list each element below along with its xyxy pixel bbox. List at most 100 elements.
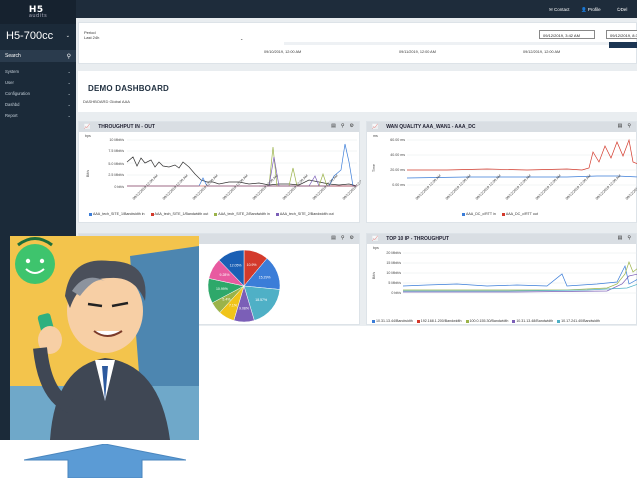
legend-item[interactable]: 10.17.241.40/Bandwidth xyxy=(557,319,600,323)
period-select[interactable]: Last 24h xyxy=(84,35,99,40)
pie-slice-label: 9.28% xyxy=(220,273,230,277)
x-tick: 09/12/2019 12:00 AM xyxy=(252,174,279,201)
pie-chart: 10.9% 15.29% 18.57% 9.08%7.1%5.4% 10.99% 9.28… xyxy=(207,249,281,323)
sidebar-item-label: System xyxy=(5,69,19,74)
widget-title: THROUGHPUT IN - OUT xyxy=(98,124,155,130)
export-icon[interactable]: ▤ xyxy=(618,123,623,129)
legend-item[interactable]: 100.0.155.30/Bandwidth xyxy=(465,319,509,323)
y-tick: 0.00 ms xyxy=(392,183,405,187)
pie-slice-label: 7.1% xyxy=(229,303,237,307)
legend-item[interactable]: 10.31.13.48/Bandwidth xyxy=(512,319,553,323)
sidebar-item-configuration[interactable]: Configuration ⌄ xyxy=(0,88,76,99)
widget-tools: ▤ ⚲ xyxy=(618,123,631,129)
x-tick: 09/12/2019 12:00 AM xyxy=(132,174,159,201)
export-icon[interactable]: ▤ xyxy=(331,235,336,241)
device-model[interactable]: H5-700cc ⌄ xyxy=(0,24,76,46)
unit-label: ms xyxy=(373,134,378,138)
line-chart-icon: 📈 xyxy=(372,124,379,130)
sidebar-item-label: User xyxy=(5,80,14,85)
arrow-up-icon xyxy=(24,444,186,478)
widget-title: TOP 10 IP - THROUGHPUT xyxy=(386,236,450,242)
zoom-icon[interactable]: ⚲ xyxy=(341,235,345,241)
chart-legend: AAA_DC_c/RTT in AAA_DC_c/RTT out xyxy=(462,212,538,216)
legend-item[interactable]: AAA_tech_SITE_1/Bandwidth out xyxy=(150,212,208,216)
legend-item[interactable]: AAA_tech_SITE_1/Bandwidth in xyxy=(89,212,145,216)
chart-legend: 10.31.13.44/Bandwidth 192.168.1.200/Band… xyxy=(372,319,600,323)
sidebar-item-dashboard[interactable]: Dashbd ⌄ xyxy=(0,99,76,110)
legend-label: AAA_tech_SITE_2/Bandwidth in xyxy=(218,212,270,216)
zoom-icon[interactable]: ⚲ xyxy=(627,123,631,129)
profile-label: Profile xyxy=(587,7,601,12)
mail-icon: ✉ xyxy=(549,7,553,12)
logout-link[interactable]: ⏻Del xyxy=(617,7,627,12)
legend-item[interactable]: 192.168.1.200/Bandwidth xyxy=(416,319,462,323)
y-axis-label: Bit/s xyxy=(86,170,90,177)
timeline-slider[interactable] xyxy=(284,42,637,48)
y-axis-label: Time xyxy=(372,164,376,172)
zoom-icon[interactable]: ⚲ xyxy=(341,123,345,129)
gear-icon[interactable]: ⚙ xyxy=(350,235,354,241)
legend-label: 100.0.155.30/Bandwidth xyxy=(469,319,509,323)
x-tick: 09/12/2019 12:00 AM xyxy=(625,174,637,201)
x-tick: 09/12/2019 12:00 AM xyxy=(445,174,472,201)
widget-header: 📈 TOP 10 IP - THROUGHPUT xyxy=(367,234,636,244)
y-tick: 15 Mbit/s xyxy=(386,261,401,265)
legend-label: 10.17.241.40/Bandwidth xyxy=(561,319,600,323)
legend-item[interactable]: AAA_DC_c/RTT out xyxy=(501,212,538,216)
legend-label: AAA_DC_c/RTT in xyxy=(466,212,496,216)
wan-quality-chart: ms Time 60.00 ms 40.00 ms 20.00 ms 0.00 … xyxy=(372,134,637,201)
widget-wan-quality: 📈 WAN QUALITY AAA_WAN1 - AAA_DC ▤ ⚲ ms T… xyxy=(366,121,637,223)
export-icon[interactable]: ▤ xyxy=(618,235,623,241)
chevron-down-icon: ⌄ xyxy=(67,69,71,74)
legend-label: AAA_tech_SITE_1/Bandwidth in xyxy=(93,212,145,216)
chart-legend: AAA_tech_SITE_1/Bandwidth in AAA_tech_SI… xyxy=(89,212,334,216)
legend-item[interactable]: 10.31.13.44/Bandwidth xyxy=(372,319,413,323)
legend-label: 10.31.13.48/Bandwidth xyxy=(516,319,554,323)
throughput-chart: bps Bit/s 10 Mbit/s 7.5 Mbit/s 5.0 Mbit/… xyxy=(85,134,361,201)
top-bar: ✉ Contact 👤 Profile ⏻Del xyxy=(76,0,637,18)
sidebar-item-label: Configuration xyxy=(5,91,30,96)
sidebar-item-report[interactable]: Report ⌄ xyxy=(0,110,76,121)
timeline-track xyxy=(284,42,609,45)
contact-link[interactable]: ✉ Contact xyxy=(549,7,570,13)
chevron-down-icon: ⌄ xyxy=(67,91,71,96)
timeline-label: 09/10/2019, 12:00 AM xyxy=(264,50,302,54)
logo[interactable]: H5 audits xyxy=(0,0,76,24)
legend-item[interactable]: AAA_tech_SITE_2/Bandwidth out xyxy=(275,212,334,216)
date-to-input[interactable]: 09/12/2019, 8:34 xyxy=(606,30,637,39)
pie-slice-label: 12.05% xyxy=(230,263,242,267)
legend-item[interactable]: AAA_DC_c/RTT in xyxy=(462,212,496,216)
y-tick: 5.0 Mbit/s xyxy=(108,162,124,166)
widget-header: 📈 THROUGHPUT IN - OUT xyxy=(79,122,359,132)
export-icon[interactable]: ▤ xyxy=(331,123,336,129)
y-axis-label: Bit/s xyxy=(372,272,376,279)
pie-slice-label: 9.08% xyxy=(239,306,249,310)
dashboard-header: DEMO DASHBOARD DASHBOARD Global AAA xyxy=(78,71,637,112)
page-subtitle: DASHBOARD Global AAA xyxy=(83,99,130,104)
chevron-down-icon[interactable]: ⌄ xyxy=(240,36,243,41)
logo-sub: audits xyxy=(28,13,48,19)
sidebar-item-system[interactable]: System ⌄ xyxy=(0,66,76,77)
profile-link[interactable]: 👤 Profile xyxy=(581,7,601,13)
pie-slice-label: 5.4% xyxy=(222,298,230,302)
timeline-range-handle[interactable] xyxy=(609,42,637,48)
sidebar-search[interactable]: Search ⚲ xyxy=(0,50,76,62)
x-tick: 09/12/2019 12:00 AM xyxy=(565,174,592,201)
pie-slice-label: 10.9% xyxy=(247,263,257,267)
gear-icon[interactable]: ⚙ xyxy=(350,123,354,129)
unit-label: bps xyxy=(85,134,91,138)
pie-slice-label: 15.29% xyxy=(259,276,271,280)
zoom-icon[interactable]: ⚲ xyxy=(627,235,631,241)
device-model-label: H5-700cc xyxy=(6,30,54,42)
line-chart-icon: 📈 xyxy=(84,124,91,130)
user-icon: 👤 xyxy=(581,7,587,12)
logout-label: Del xyxy=(620,7,628,12)
widget-tools: ▤ ⚲ ⚙ xyxy=(331,235,354,241)
y-tick: 60.00 ms xyxy=(390,138,405,142)
contact-label: Contact xyxy=(554,7,570,12)
sidebar-item-user[interactable]: User ⌄ xyxy=(0,77,76,88)
y-tick: 40.00 ms xyxy=(390,153,405,157)
legend-label: AAA_tech_SITE_2/Bandwidth out xyxy=(279,212,334,216)
date-from-input[interactable]: 09/12/2019, 3:42 AM xyxy=(539,30,595,39)
legend-item[interactable]: AAA_tech_SITE_2/Bandwidth in xyxy=(214,212,270,216)
